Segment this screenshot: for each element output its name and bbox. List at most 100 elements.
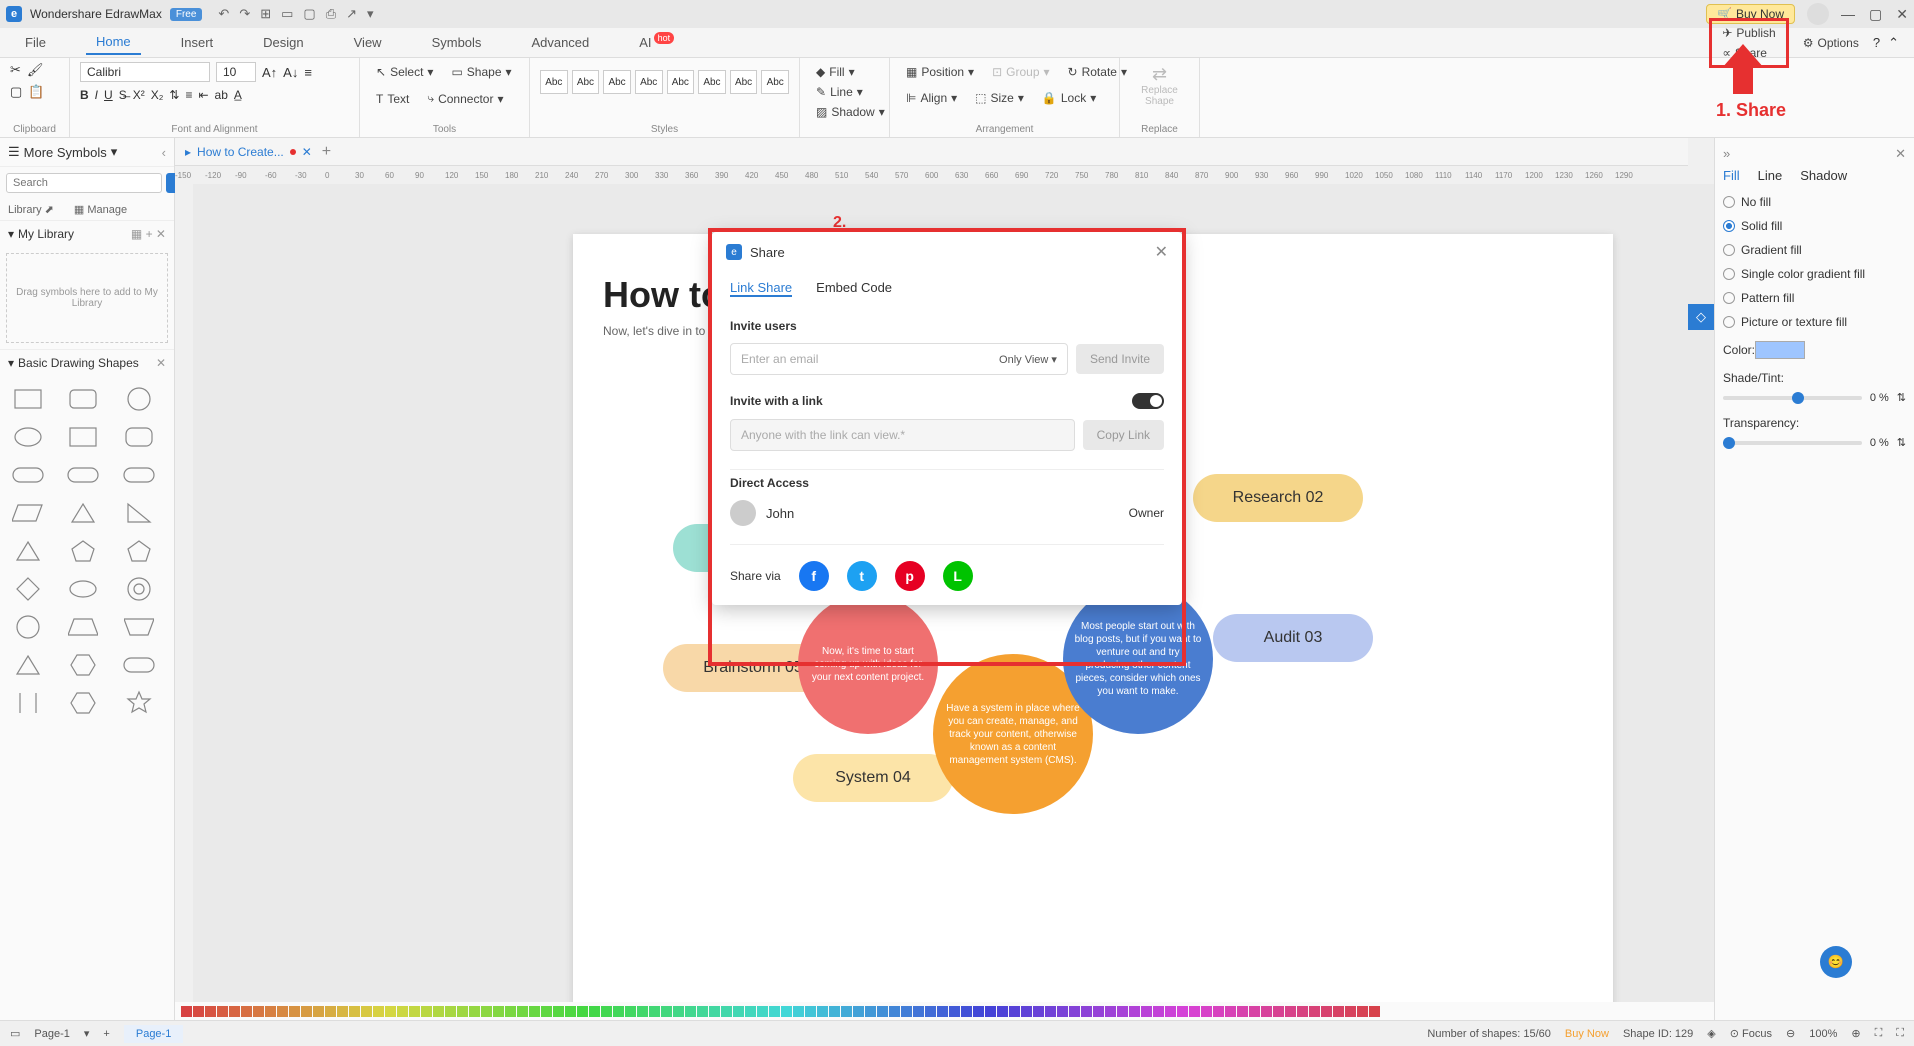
color-swatch[interactable] (865, 1006, 876, 1017)
close-panel-icon[interactable]: ✕ (1895, 146, 1906, 162)
open-icon[interactable]: ▭ (281, 6, 293, 22)
color-swatch[interactable] (313, 1006, 324, 1017)
color-swatch[interactable] (1321, 1006, 1332, 1017)
dialog-close-icon[interactable]: ✕ (1155, 242, 1168, 262)
transparency-stepper[interactable]: ⇅ (1897, 436, 1906, 449)
color-swatch[interactable] (709, 1006, 720, 1017)
help-chat-icon[interactable]: 😊 (1820, 946, 1852, 978)
tab-fill[interactable]: Fill (1723, 168, 1740, 183)
color-swatch[interactable] (1093, 1006, 1104, 1017)
style-preset-2[interactable]: Abc (572, 70, 600, 94)
color-swatch[interactable] (253, 1006, 264, 1017)
color-swatch[interactable] (397, 1006, 408, 1017)
buy-now-link[interactable]: Buy Now (1565, 1028, 1609, 1040)
color-swatch[interactable] (1045, 1006, 1056, 1017)
color-swatch[interactable] (889, 1006, 900, 1017)
color-swatch[interactable] (841, 1006, 852, 1017)
collapse-ribbon-icon[interactable]: ⌃ (1888, 35, 1899, 51)
color-swatch[interactable] (769, 1006, 780, 1017)
color-swatch[interactable] (577, 1006, 588, 1017)
shape-triangle-right[interactable] (119, 498, 159, 528)
shadow-button[interactable]: ▨ Shadow▾ (810, 102, 879, 122)
shape-oval[interactable] (63, 574, 103, 604)
color-swatch[interactable] (661, 1006, 672, 1017)
color-swatch[interactable] (1345, 1006, 1356, 1017)
color-swatch[interactable] (529, 1006, 540, 1017)
zoom-in-icon[interactable]: ⊕ (1851, 1027, 1860, 1040)
color-swatch[interactable] (985, 1006, 996, 1017)
bullets-icon[interactable]: ≡ (185, 88, 192, 102)
color-swatch[interactable] (1141, 1006, 1152, 1017)
bubble-research[interactable]: Research 02 (1193, 474, 1363, 522)
shape-trap[interactable] (63, 612, 103, 642)
color-swatch[interactable] (1033, 1006, 1044, 1017)
grow-font-icon[interactable]: A↑ (262, 65, 277, 80)
menu-insert[interactable]: Insert (171, 31, 224, 54)
bubble-blue-circle[interactable]: Most people start out with blog posts, b… (1063, 584, 1213, 734)
color-swatch[interactable] (805, 1006, 816, 1017)
shrink-font-icon[interactable]: A↓ (283, 65, 298, 80)
options-button[interactable]: ⚙ Options (1797, 33, 1865, 53)
replace-shape-icon[interactable]: ⇄ (1130, 64, 1189, 85)
shape-bracket[interactable] (8, 688, 48, 718)
shape-pill2[interactable] (63, 460, 103, 490)
bold-icon[interactable]: B (80, 88, 89, 102)
color-swatch[interactable] (337, 1006, 348, 1017)
fill-opt-single-grad[interactable]: Single color gradient fill (1723, 267, 1906, 281)
bubble-red-circle[interactable]: Now, it's time to start coming up with i… (798, 594, 938, 734)
color-swatch[interactable] (781, 1006, 792, 1017)
font-size-combo[interactable]: 10 (216, 62, 256, 82)
shape-pentagon2[interactable] (119, 536, 159, 566)
page-label[interactable]: Page-1 (34, 1028, 69, 1040)
color-swatch[interactable] (1069, 1006, 1080, 1017)
shape-octa[interactable] (8, 612, 48, 642)
color-swatch[interactable] (733, 1006, 744, 1017)
color-swatch[interactable] (745, 1006, 756, 1017)
color-swatch[interactable] (721, 1006, 732, 1017)
shape-ellipse[interactable] (8, 422, 48, 452)
shape-triangle[interactable] (63, 498, 103, 528)
style-preset-4[interactable]: Abc (635, 70, 663, 94)
link-toggle[interactable] (1132, 393, 1164, 409)
copy-icon[interactable]: ▢ (10, 84, 22, 100)
color-swatch[interactable] (1357, 1006, 1368, 1017)
color-swatch[interactable] (469, 1006, 480, 1017)
tab-line[interactable]: Line (1758, 168, 1783, 183)
spacing-icon[interactable]: ⇅ (169, 88, 179, 102)
tab-link-share[interactable]: Link Share (730, 280, 792, 297)
redo-icon[interactable]: ↷ (239, 6, 250, 22)
color-swatch[interactable] (1369, 1006, 1380, 1017)
color-swatch[interactable] (589, 1006, 600, 1017)
more-symbols-button[interactable]: ☰ More Symbols▾ ‹ (0, 138, 174, 167)
shape-button[interactable]: ▭ Shape▾ (445, 62, 517, 82)
my-library-dropzone[interactable]: Drag symbols here to add to My Library (6, 253, 168, 343)
color-swatch[interactable] (1165, 1006, 1176, 1017)
color-swatch[interactable] (421, 1006, 432, 1017)
fill-opt-none[interactable]: No fill (1723, 195, 1906, 209)
color-swatch[interactable] (1105, 1006, 1116, 1017)
print-icon[interactable]: ⎙ (326, 6, 336, 22)
shape-rect[interactable] (8, 384, 48, 414)
shape-hex[interactable] (63, 650, 103, 680)
color-swatch[interactable] (385, 1006, 396, 1017)
color-swatch[interactable] (1237, 1006, 1248, 1017)
shape-circle[interactable] (119, 384, 159, 414)
add-page-icon[interactable]: + (103, 1028, 109, 1040)
font-name-combo[interactable]: Calibri (80, 62, 210, 82)
size-button[interactable]: ⬚ Size▾ (969, 88, 1030, 108)
document-tab[interactable]: ▸ How to Create... ✕ (185, 145, 312, 159)
color-swatch[interactable] (373, 1006, 384, 1017)
color-swatch[interactable] (697, 1006, 708, 1017)
page-dropdown-icon[interactable]: ▾ (84, 1027, 90, 1040)
superscript-icon[interactable]: X² (133, 88, 145, 102)
color-swatch[interactable] (1333, 1006, 1344, 1017)
fullscreen-icon[interactable]: ⛶ (1896, 1027, 1904, 1040)
color-swatch[interactable] (457, 1006, 468, 1017)
fill-button[interactable]: ◆ Fill▾ (810, 62, 879, 82)
underline-icon[interactable]: U (104, 88, 113, 102)
lock-button[interactable]: 🔒 Lock▾ (1036, 88, 1102, 108)
facebook-icon[interactable]: f (799, 561, 829, 591)
style-preset-3[interactable]: Abc (603, 70, 631, 94)
shape-pill[interactable] (8, 460, 48, 490)
color-swatch[interactable] (937, 1006, 948, 1017)
